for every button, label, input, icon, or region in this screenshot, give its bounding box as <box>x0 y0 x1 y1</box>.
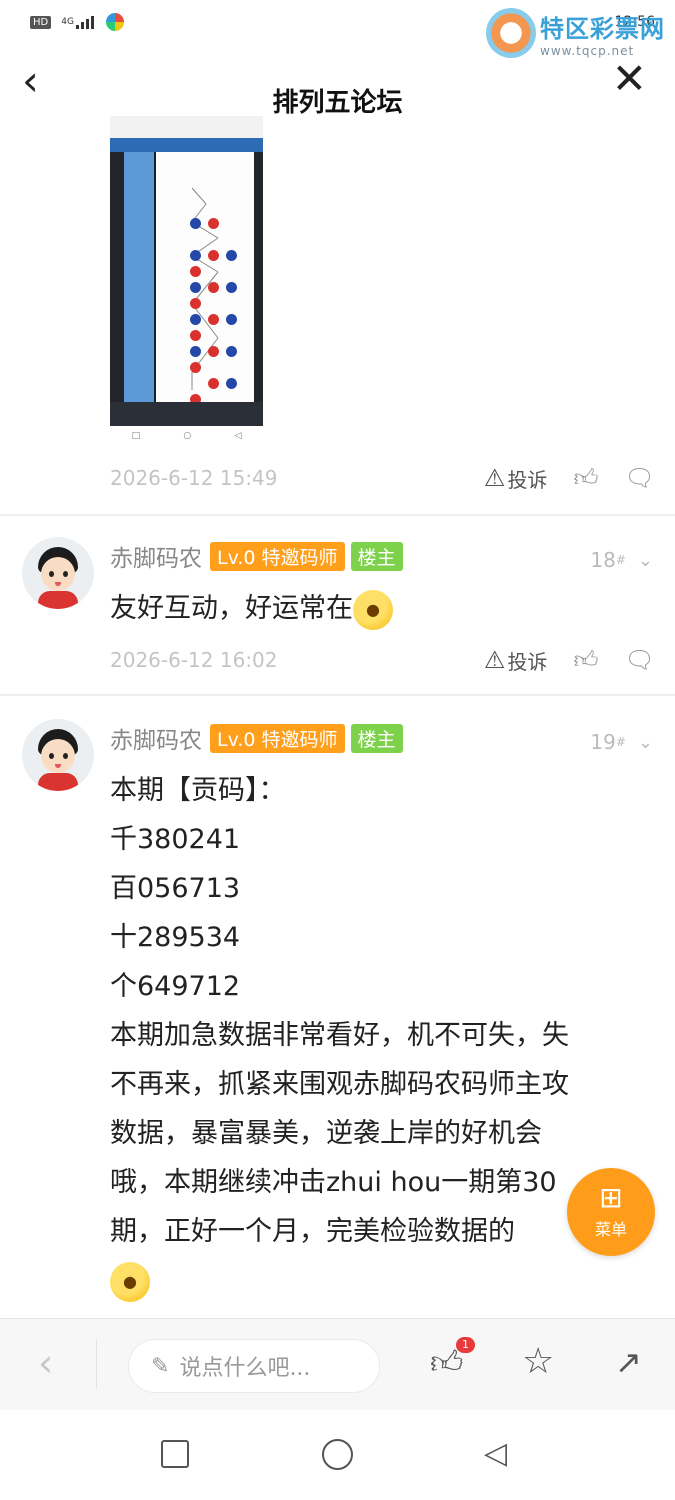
image-nav-row: □ ○ ◁ <box>110 426 263 446</box>
forum-page: { "status_bar": {"hd": "HD", "network": … <box>0 0 675 1500</box>
comment-line: 不再来，抓紧来围观赤脚码农码师主攻 <box>110 1069 569 1100</box>
divider <box>0 694 675 696</box>
comment-header: 赤脚码农 Lv.0 特邀码师 楼主 <box>110 539 403 573</box>
image-topbar <box>110 116 263 138</box>
report-button[interactable]: ⚠ 投诉 <box>484 646 548 675</box>
app-notification-icon <box>105 13 124 31</box>
comment-line: 十289534 <box>110 922 241 953</box>
comment-header: 赤脚码农 Lv.0 特邀码师 楼主 <box>110 721 403 755</box>
thumbs-up-icon[interactable]: 👍︎ 1 <box>430 1337 475 1382</box>
comment-line: 千380241 <box>110 824 241 855</box>
comment-body: 友好互动，好运常在 <box>110 593 353 624</box>
floor-number: 18 # ⌄ <box>590 548 653 572</box>
image-chart <box>110 152 263 405</box>
thumbs-up-icon[interactable]: 👍︎ <box>573 464 598 493</box>
site-watermark: 特区彩票网 www.tqcp.net <box>486 8 665 58</box>
chevron-down-icon[interactable]: ⌄ <box>638 732 653 753</box>
host-badge: 楼主 <box>350 541 403 571</box>
share-icon[interactable]: ↗ <box>615 1343 642 1381</box>
comment-line: 数据，暴富暴美，逆袭上岸的好机会 <box>110 1118 542 1149</box>
comment-date: 2026-6-12 16:02 <box>110 648 278 672</box>
image-period-column <box>124 152 154 402</box>
warning-icon: ⚠ <box>483 646 506 674</box>
comment-placeholder: 说点什么吧... <box>179 1356 311 1381</box>
comment-line: 个649712 <box>110 971 241 1002</box>
watermark-logo <box>486 8 536 58</box>
comment-line: 本期【贡码】： <box>110 775 286 806</box>
username[interactable]: 赤脚码农 <box>110 721 202 755</box>
username[interactable]: 赤脚码农 <box>110 539 202 573</box>
grid-menu-icon: ⊞ <box>599 1181 623 1214</box>
post-image[interactable]: □ ○ ◁ <box>110 116 263 446</box>
avatar[interactable] <box>22 537 94 609</box>
divider <box>96 1339 97 1389</box>
pencil-icon: ✎ <box>151 1353 170 1379</box>
avatar[interactable] <box>22 719 94 791</box>
comment-line: 本期加急数据非常看好，机不可失，失 <box>110 1020 569 1051</box>
page-title: 排列五论坛 <box>272 88 403 118</box>
emoji-icon: ● <box>110 1261 150 1302</box>
comment-icon[interactable]: 🗨︎ <box>625 464 655 492</box>
watermark-url: www.tqcp.net <box>540 43 635 58</box>
comment-input[interactable]: ✎ 说点什么吧... <box>128 1339 380 1393</box>
watermark-name: 特区彩票网 <box>540 14 665 43</box>
report-button[interactable]: ⚠ 投诉 <box>484 464 548 493</box>
comment-meta-row: 2026-6-12 16:02 ⚠ 投诉 👍︎ 🗨︎ <box>110 645 655 675</box>
bottom-action-bar: ‹ ✎ 说点什么吧... 👍︎ 1 ☆ ↗ <box>0 1318 675 1410</box>
back-triangle-icon[interactable]: ◁ <box>484 1436 507 1471</box>
report-label: 投诉 <box>507 467 548 492</box>
level-badge: Lv.0 特邀码师 <box>210 541 345 571</box>
post-date: 2026-6-12 15:49 <box>110 466 278 490</box>
home-icon[interactable] <box>322 1439 353 1470</box>
menu-button[interactable]: ⊞ 菜单 <box>567 1168 655 1256</box>
floor-value: 18 <box>590 548 616 572</box>
hd-indicator: HD <box>30 15 52 29</box>
close-icon[interactable]: ✕ <box>612 58 647 100</box>
divider <box>0 514 675 516</box>
network-type: 4G <box>61 16 74 27</box>
level-badge: Lv.0 特邀码师 <box>210 723 345 753</box>
signal-icon <box>75 15 94 29</box>
floor-number: 19 # ⌄ <box>590 730 653 754</box>
host-badge: 楼主 <box>350 723 403 753</box>
back-arrow-icon[interactable]: ‹ <box>38 1341 53 1385</box>
system-nav-bar: ◁ <box>0 1410 675 1500</box>
image-number-board <box>156 152 254 405</box>
image-footer <box>110 402 263 426</box>
emoji-icon: ● <box>353 589 393 630</box>
thumbs-up-icon[interactable]: 👍︎ <box>573 646 598 675</box>
image-subbar <box>110 138 263 152</box>
report-label: 投诉 <box>507 649 548 674</box>
star-icon[interactable]: ☆ <box>522 1341 554 1382</box>
post-meta-row: 2026-6-12 15:49 ⚠ 投诉 👍︎ 🗨︎ <box>110 463 655 493</box>
comment-icon[interactable]: 🗨︎ <box>625 646 655 674</box>
chevron-down-icon[interactable]: ⌄ <box>638 550 653 571</box>
comment-text: 友好互动，好运常在 ● <box>110 584 658 633</box>
menu-label: 菜单 <box>594 1220 627 1239</box>
warning-icon: ⚠ <box>483 464 506 492</box>
recent-apps-icon[interactable] <box>161 1440 189 1468</box>
floor-value: 19 <box>590 730 616 754</box>
comment-line: 百056713 <box>110 873 241 904</box>
like-count-badge: 1 <box>456 1337 475 1353</box>
